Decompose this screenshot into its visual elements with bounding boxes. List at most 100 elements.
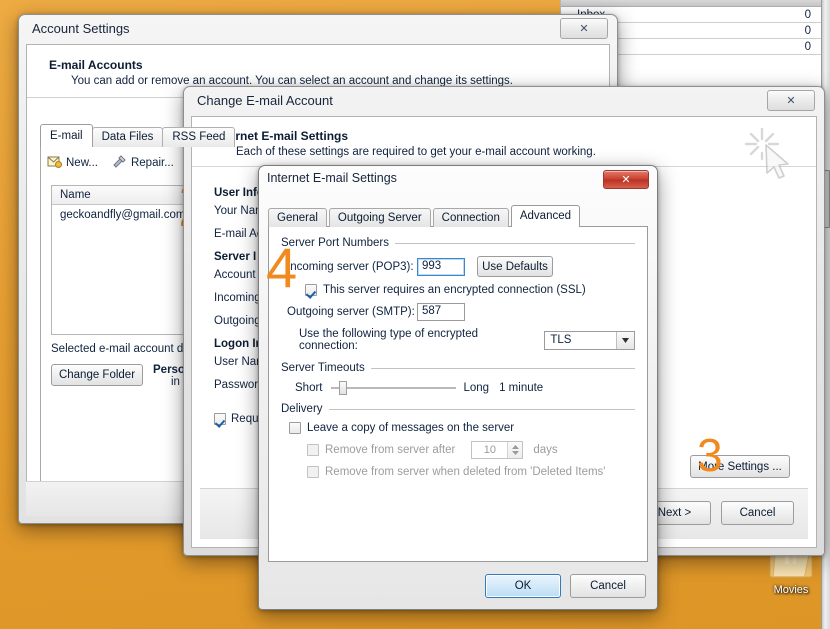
ok-button[interactable]: OK bbox=[485, 574, 561, 598]
repair-account-button[interactable]: Repair... bbox=[112, 155, 174, 171]
remove-after-label: Remove from server after bbox=[325, 444, 456, 456]
more-settings-wrap: More Settings ... bbox=[690, 455, 790, 478]
outgoing-server-row: Outgoing server (SMTP): 587 bbox=[281, 303, 635, 321]
button-label: OK bbox=[514, 580, 532, 592]
timeout-slider[interactable] bbox=[330, 381, 456, 395]
desktop-icon-label: Movies bbox=[773, 584, 809, 596]
close-button[interactable]: ✕ bbox=[560, 18, 608, 39]
change-folder-button[interactable]: Change Folder bbox=[51, 364, 143, 386]
group-server-port-numbers: Server Port Numbers bbox=[281, 237, 635, 249]
ssl-checkbox-label: This server requires an encrypted connec… bbox=[323, 284, 586, 296]
wizard-nav-buttons: Next > Cancel bbox=[638, 501, 794, 525]
more-settings-button[interactable]: More Settings ... bbox=[690, 455, 790, 478]
slider-handle[interactable] bbox=[338, 381, 347, 395]
tab-general[interactable]: General bbox=[268, 208, 327, 227]
server-timeout-row: Short Long 1 minute bbox=[281, 381, 635, 395]
ssl-checkbox-row[interactable]: This server requires an encrypted connec… bbox=[281, 284, 635, 296]
group-server-timeouts: Server Timeouts bbox=[281, 362, 635, 374]
folder-count: 0 bbox=[804, 8, 811, 21]
cancel-button[interactable]: Cancel bbox=[570, 574, 646, 598]
button-label: Cancel bbox=[590, 580, 626, 592]
button-label: More Settings ... bbox=[698, 460, 782, 473]
close-button[interactable]: ✕ bbox=[767, 90, 815, 111]
slider-track bbox=[330, 387, 456, 389]
checkbox-icon bbox=[305, 284, 317, 296]
tab-rss-feed[interactable]: RSS Feed bbox=[162, 127, 236, 147]
account-settings-tabs: E-mail Data Files RSS Feed bbox=[40, 124, 236, 147]
advanced-tab-panel: Server Port Numbers Incoming server (POP… bbox=[268, 226, 648, 562]
close-icon: ✕ bbox=[579, 23, 589, 35]
folder-list-header bbox=[561, 0, 821, 7]
checkbox-icon bbox=[289, 422, 301, 434]
dialog-buttons: OK Cancel bbox=[485, 574, 646, 598]
outgoing-port-value: 587 bbox=[422, 305, 442, 317]
tab-connection[interactable]: Connection bbox=[432, 208, 509, 227]
group-rule bbox=[395, 242, 635, 244]
group-delivery: Delivery bbox=[281, 403, 635, 415]
remove-after-row: Remove from server after 10 days bbox=[281, 441, 635, 459]
dialog-body: General Outgoing Server Connection Advan… bbox=[268, 205, 648, 562]
remove-deleted-row: Remove from server when deleted from 'De… bbox=[281, 466, 635, 478]
tab-data-files[interactable]: Data Files bbox=[91, 127, 164, 147]
tab-email[interactable]: E-mail bbox=[40, 124, 93, 147]
timeout-long-label: Long bbox=[463, 382, 490, 394]
checkbox-icon bbox=[307, 466, 319, 478]
settings-tabs: General Outgoing Server Connection Advan… bbox=[268, 205, 648, 227]
dialog-title: Internet E-mail Settings bbox=[267, 171, 397, 185]
window-title: Account Settings bbox=[32, 21, 130, 36]
encryption-type-row: Use the following type of encrypted conn… bbox=[281, 328, 635, 352]
tab-label: General bbox=[277, 212, 318, 224]
use-defaults-button[interactable]: Use Defaults bbox=[477, 256, 553, 277]
tab-outgoing-server[interactable]: Outgoing Server bbox=[328, 208, 431, 227]
group-label: Server Timeouts bbox=[281, 362, 365, 374]
timeout-value-label: 1 minute bbox=[499, 382, 544, 394]
leave-copy-label: Leave a copy of messages on the server bbox=[307, 422, 515, 434]
button-label: Change Folder bbox=[58, 369, 136, 381]
days-label: days bbox=[533, 444, 558, 456]
window-title: Change E-mail Account bbox=[197, 93, 333, 108]
cancel-button[interactable]: Cancel bbox=[721, 501, 794, 525]
folder-count: 0 bbox=[804, 40, 811, 53]
stepper-arrows-icon[interactable] bbox=[507, 442, 523, 458]
leave-copy-row[interactable]: Leave a copy of messages on the server bbox=[281, 422, 635, 434]
incoming-port-input[interactable]: 993 bbox=[417, 257, 465, 276]
new-account-button[interactable]: New... bbox=[47, 155, 98, 171]
new-mail-icon bbox=[47, 155, 62, 171]
close-button[interactable]: ✕ bbox=[603, 170, 649, 189]
page-title: E-mail Accounts bbox=[49, 58, 143, 72]
remove-after-days-stepper[interactable]: 10 bbox=[471, 441, 524, 459]
repair-icon bbox=[112, 155, 127, 171]
tab-label: Data Files bbox=[101, 131, 154, 143]
incoming-server-row: Incoming server (POP3): 993 Use Defaults bbox=[281, 256, 635, 277]
toolbar-label: New... bbox=[66, 157, 98, 169]
tab-advanced[interactable]: Advanced bbox=[510, 205, 581, 227]
close-icon: ✕ bbox=[621, 174, 631, 186]
page-description: Each of these settings are required to g… bbox=[236, 146, 596, 158]
encryption-label: Use the following type of encrypted conn… bbox=[299, 328, 478, 352]
tab-label: Outgoing Server bbox=[337, 212, 422, 224]
group-label: Delivery bbox=[281, 403, 323, 415]
encryption-type-select[interactable]: TLS bbox=[544, 330, 635, 350]
tab-label: RSS Feed bbox=[172, 131, 226, 143]
folder-count: 0 bbox=[804, 24, 811, 37]
chevron-down-icon bbox=[616, 331, 634, 349]
group-rule bbox=[328, 408, 635, 410]
checkbox-icon bbox=[307, 444, 319, 456]
group-rule bbox=[370, 367, 635, 369]
button-label: Use Defaults bbox=[482, 260, 548, 273]
incoming-port-value: 993 bbox=[422, 259, 442, 272]
incoming-server-label: Incoming server (POP3): bbox=[287, 260, 414, 273]
encryption-value: TLS bbox=[550, 334, 572, 346]
group-label: Server Port Numbers bbox=[281, 237, 390, 249]
toolbar-label: Repair... bbox=[130, 157, 174, 169]
tab-label: E-mail bbox=[50, 130, 83, 142]
days-value: 10 bbox=[483, 444, 496, 456]
timeout-short-label: Short bbox=[295, 382, 323, 394]
page-title: Internet E-mail Settings bbox=[214, 129, 349, 143]
tab-label: Connection bbox=[441, 212, 500, 224]
remove-deleted-label: Remove from server when deleted from 'De… bbox=[325, 466, 606, 478]
close-icon: ✕ bbox=[786, 95, 796, 107]
change-account-header: Internet E-mail Settings Each of these s… bbox=[192, 117, 816, 166]
outgoing-port-input[interactable]: 587 bbox=[417, 303, 465, 321]
tab-label: Advanced bbox=[519, 210, 572, 222]
